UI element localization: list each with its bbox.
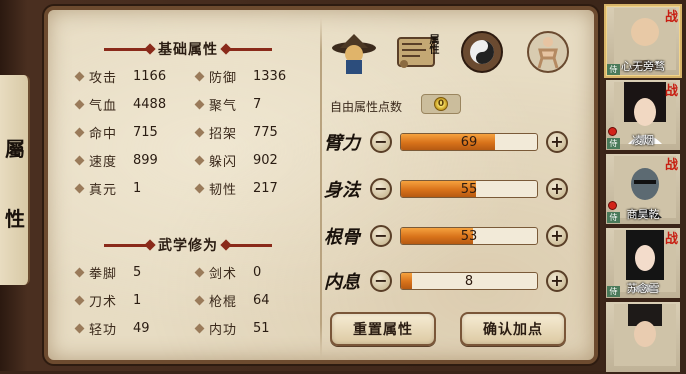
hero-tag: 侍 [607,138,620,149]
reset-attributes-button[interactable]: 重置属性 [330,312,436,346]
stat-dodge: 躲闪 902 [194,150,278,170]
stat-accuracy: 命中 715 [74,122,158,142]
allocation-bar: 69 [400,133,538,151]
yinyang-icon[interactable] [458,28,506,76]
allocation-name: 身法 [324,180,360,201]
allocation-bar: 8 [400,272,538,290]
stat-toughness: 韧性 217 [194,178,278,198]
skill-lightness: 轻功 49 [74,318,150,338]
minus-button[interactable]: − [370,131,392,153]
roster-hero[interactable]: 战 商昊乾 侍 [604,152,682,226]
side-tab-char-2: 性 [5,207,25,231]
confirm-points-button[interactable]: 确认加点 [460,312,566,346]
battle-mark: 战 [664,232,678,247]
free-points-value: 0 [421,94,461,114]
plus-button[interactable]: + [546,131,568,153]
hat-warrior-icon[interactable] [330,28,378,76]
attribute-side-tab[interactable]: 屬 性 [0,75,30,285]
attribute-panel: 基础属性 攻击 1166 防御 1336 气血 4488 聚气 7 命中 715 招架 77… [44,6,598,364]
allocation-bar: 53 [400,227,538,245]
stat-attack: 攻击 1166 [74,66,166,86]
skill-sword: 剑术 0 [194,262,261,282]
coin-icon: 0 [434,97,448,111]
roster-hero[interactable]: 战 苏念雪 侍 [604,226,682,300]
stat-qi-gather: 聚气 7 [194,94,261,114]
stat-true-essence: 真元 1 [74,178,141,198]
meridian-figure-icon[interactable] [524,28,572,76]
allocation-bar: 55 [400,180,538,198]
battle-mark: 战 [664,84,678,99]
roster-hero[interactable]: 战 心无旁骛 侍 [604,4,682,78]
basic-attributes-title: 基础属性 [78,38,298,60]
side-tab-char-1: 屬 [5,137,25,161]
roster-hero[interactable]: 战 凌烟 侍 [604,78,682,152]
minus-button[interactable]: − [370,178,392,200]
scroll-attribute-label: 属性 [427,34,438,54]
skill-blade: 刀术 1 [74,290,141,310]
minus-button[interactable]: − [370,270,392,292]
martial-skills-title: 武学修为 [78,234,298,256]
character-roster: 战 心无旁骛 侍 战 凌烟 侍 战 商昊乾 侍 战 苏念雪 侍 [604,4,682,374]
allocation-name: 根骨 [324,227,360,248]
stat-speed: 速度 899 [74,150,158,170]
stat-hp: 气血 4488 [74,94,166,114]
skill-spear: 枪棍 64 [194,290,270,310]
hero-tag: 侍 [607,212,620,223]
allocation-name: 臂力 [324,133,360,154]
hero-tag: 侍 [607,286,620,297]
scroll-attribute-icon[interactable]: 属性 [392,28,440,76]
minus-button[interactable]: − [370,225,392,247]
stat-parry: 招架 775 [194,122,278,142]
plus-button[interactable]: + [546,178,568,200]
allocation-name: 内息 [324,272,360,293]
roster-hero[interactable] [604,300,682,374]
battle-mark: 战 [664,10,678,25]
game-screen: 屬 性 基础属性 攻击 1166 防御 1336 气血 4488 聚气 7 命中 715 … [0,0,686,374]
skill-fist: 拳脚 5 [74,262,141,282]
plus-button[interactable]: + [546,225,568,247]
hero-tag: 侍 [607,64,620,75]
skill-inner-power: 内功 51 [194,318,270,338]
free-points-label: 自由属性点数 [330,100,403,114]
battle-mark: 战 [664,158,678,173]
plus-button[interactable]: + [546,270,568,292]
stat-defense: 防御 1336 [194,66,286,86]
hero-portrait [614,304,676,366]
